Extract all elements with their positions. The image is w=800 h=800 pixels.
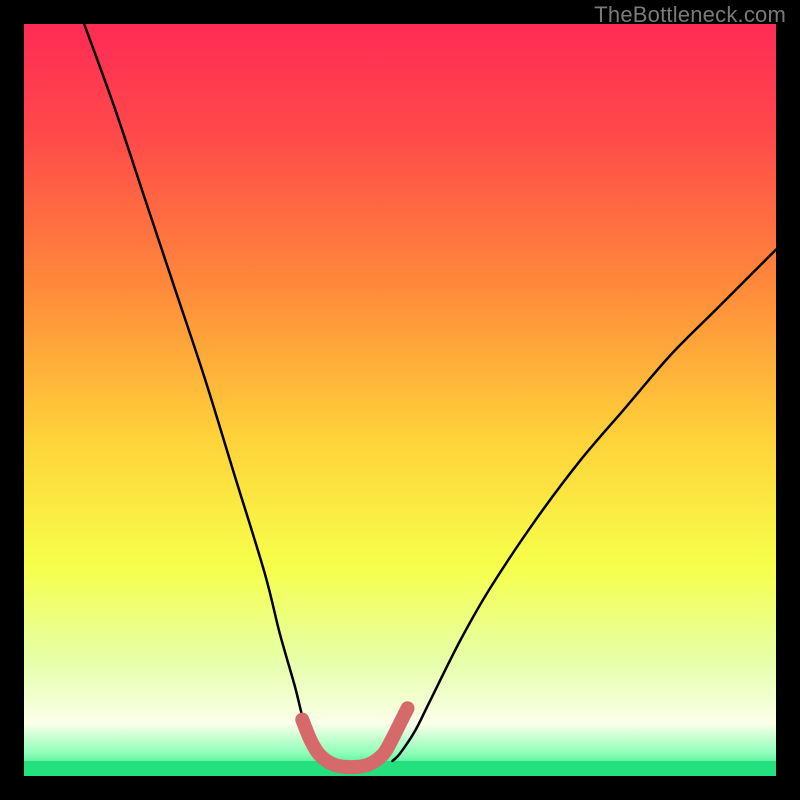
- gradient-background: [24, 24, 776, 776]
- chart-frame: TheBottleneck.com: [0, 0, 800, 800]
- plot-area: [24, 24, 776, 776]
- bottom-band: [24, 761, 776, 776]
- chart-svg: [24, 24, 776, 776]
